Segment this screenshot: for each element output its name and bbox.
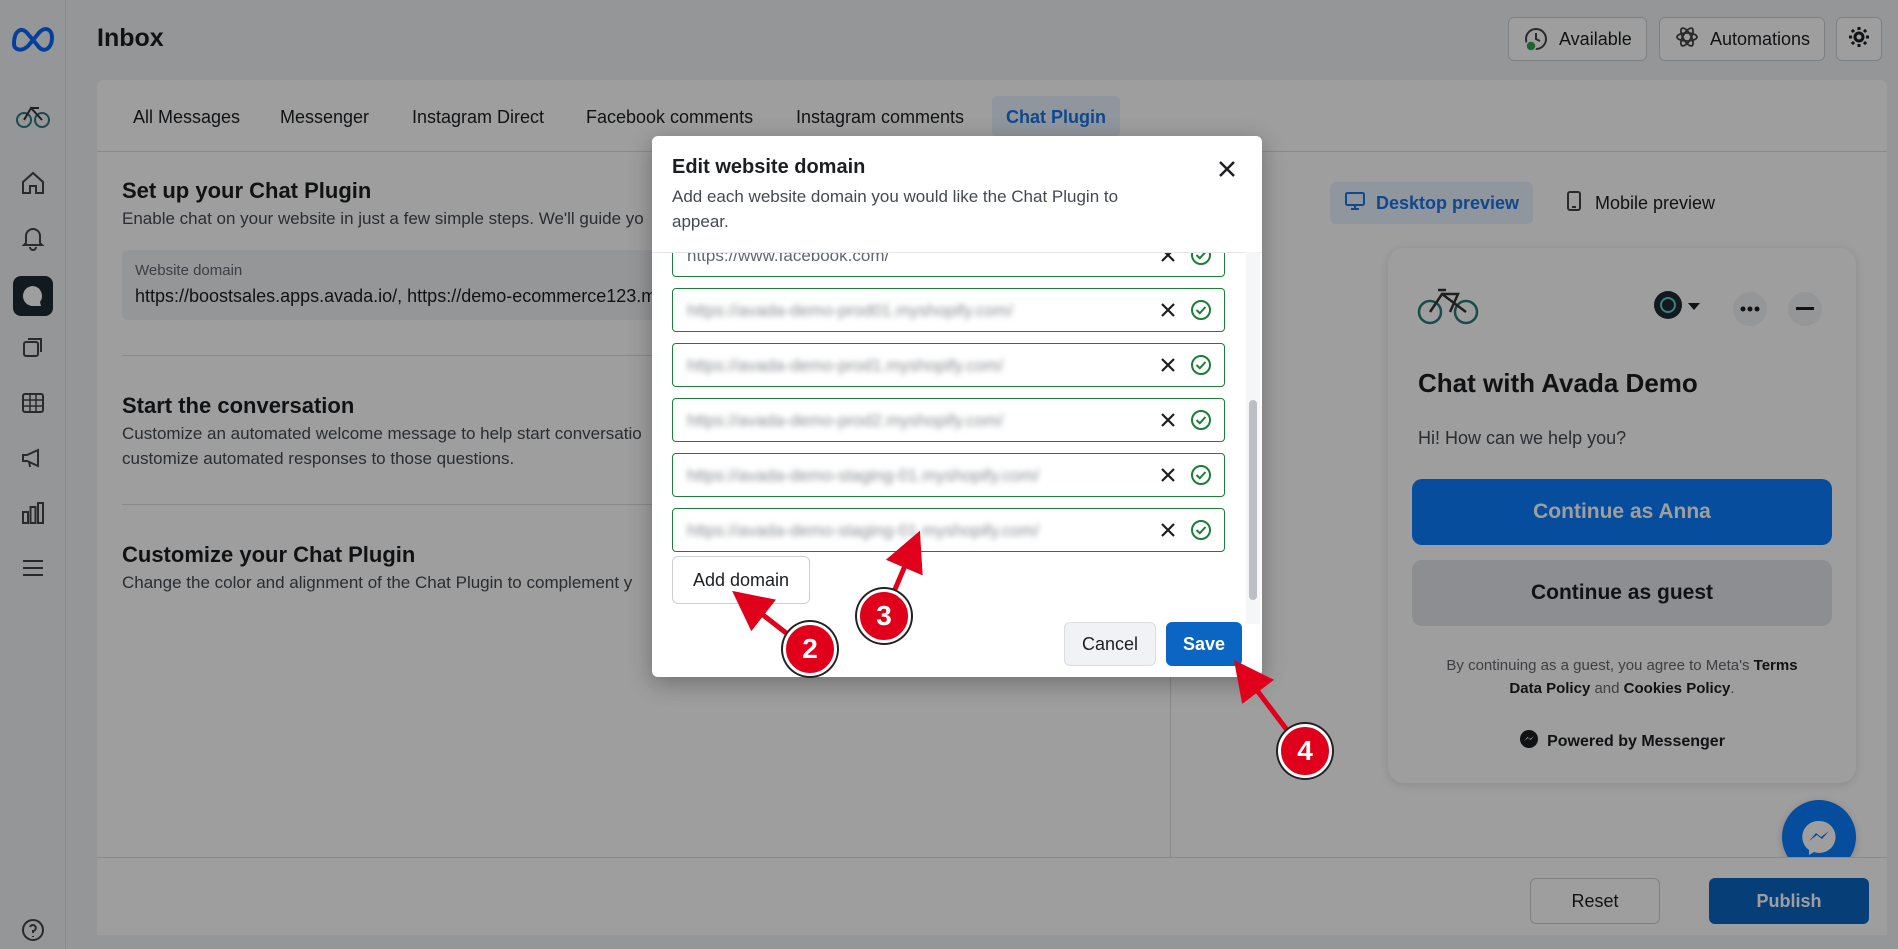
step-badge-2: 2 — [783, 622, 837, 676]
remove-domain-icon[interactable] — [1158, 410, 1178, 430]
dialog-scrollbar[interactable] — [1246, 252, 1260, 624]
add-domain-button[interactable]: Add domain — [672, 556, 811, 604]
dialog-title: Edit website domain — [672, 156, 866, 178]
remove-domain-icon[interactable] — [1158, 252, 1178, 265]
cancel-button[interactable]: Cancel — [1064, 622, 1156, 666]
valid-check-icon — [1191, 253, 1211, 265]
domain-input[interactable]: https://www.facebook.com/ — [687, 253, 889, 266]
save-button[interactable]: Save — [1166, 622, 1242, 666]
remove-domain-icon[interactable] — [1158, 300, 1178, 320]
domain-input[interactable]: https://avada-demo-staging-01.myshopify.… — [687, 466, 1039, 486]
domain-row[interactable]: https://www.facebook.com/ — [672, 252, 1225, 277]
domain-row[interactable]: https://avada-demo-prod1.myshopify.com/ — [672, 343, 1225, 387]
valid-check-icon — [1191, 355, 1211, 375]
domain-row[interactable]: https://avada-demo-staging-01.myshopify.… — [672, 453, 1225, 497]
dialog-subtitle: Add each website domain you would like t… — [672, 187, 1119, 231]
step-badge-4: 4 — [1278, 724, 1332, 778]
remove-domain-icon[interactable] — [1158, 465, 1178, 485]
step-badge-3: 3 — [857, 589, 911, 643]
remove-domain-icon[interactable] — [1158, 355, 1178, 375]
domain-input[interactable]: https://avada-demo-prod1.myshopify.com/ — [687, 356, 1003, 376]
valid-check-icon — [1191, 300, 1211, 320]
valid-check-icon — [1191, 465, 1211, 485]
domain-row[interactable]: https://avada-demo-prod2.myshopify.com/ — [672, 398, 1225, 442]
valid-check-icon — [1191, 410, 1211, 430]
remove-domain-icon[interactable] — [1158, 520, 1178, 540]
domain-input[interactable]: https://avada-demo-prod2.myshopify.com/ — [687, 411, 1003, 431]
domain-row[interactable]: https://avada-demo-prod01.myshopify.com/ — [672, 288, 1225, 332]
domain-input[interactable]: https://avada-demo-prod01.myshopify.com/ — [687, 301, 1013, 321]
domain-input[interactable]: https://avada-demo-staging-01.myshopify.… — [687, 521, 1039, 541]
close-icon[interactable] — [1214, 156, 1240, 182]
valid-check-icon — [1191, 520, 1211, 540]
edit-domain-dialog: Edit website domain Add each website dom… — [652, 136, 1262, 677]
domain-row[interactable]: https://avada-demo-staging-01.myshopify.… — [672, 508, 1225, 552]
scrollbar-thumb[interactable] — [1249, 400, 1257, 600]
